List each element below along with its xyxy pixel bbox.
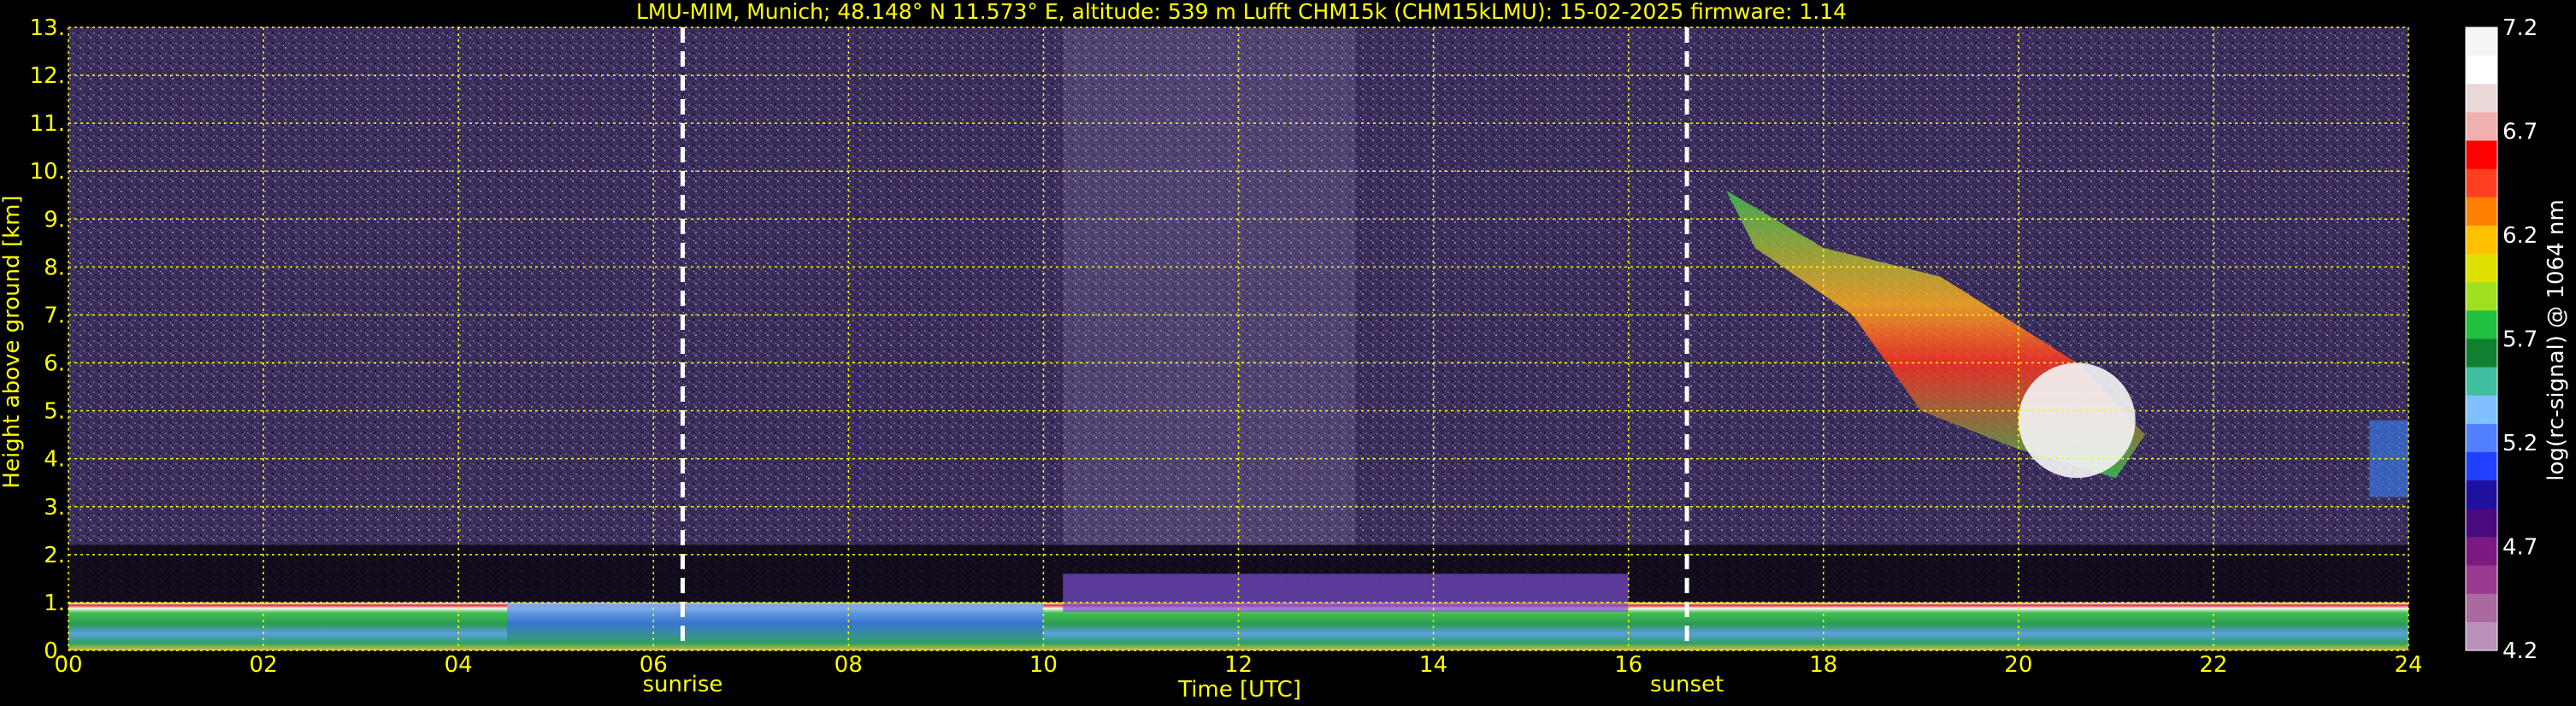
x-tick-label: 04 [445,652,473,678]
colorbar-tick-label: 4.2 [2502,638,2538,664]
x-tick-label: 24 [2394,652,2422,678]
colorbar-segment [2466,621,2497,651]
colorbar-segment [2466,197,2497,227]
x-tick-label: 10 [1029,652,1058,678]
colorbar-segment [2466,282,2497,311]
midday-noise-band [1063,27,1356,545]
x-axis-label: Time [UTC] [1177,677,1301,703]
y-tick-label: 12. [30,63,65,89]
x-tick-label: 22 [2199,652,2227,678]
colorbar-segment [2466,140,2497,170]
y-tick-label: 1. [44,591,65,616]
colorbar-segment [2466,56,2497,85]
y-tick-label: 2. [44,543,65,568]
colorbar-segment [2466,509,2497,538]
y-tick-label: 3. [44,495,65,521]
feature-cloud-core [2018,362,2136,479]
colorbar-segment [2466,367,2497,397]
x-tick-label: 06 [640,652,668,678]
colorbar-segment [2466,254,2497,283]
y-tick-label: 6. [44,351,65,377]
x-tick-label: 18 [1809,652,1837,678]
colorbar-tick-label: 7.2 [2502,15,2538,41]
colorbar-segment [2466,338,2497,368]
x-tick-label: 00 [54,652,82,678]
x-tick-label: 20 [2004,652,2032,678]
colorbar-segment [2466,423,2497,453]
colorbar-tick-label: 4.7 [2502,535,2538,561]
x-axis-ticks: 00 02 04 06 08 10 12 14 16 18 20 22 24 [54,652,2422,678]
colorbar-tick-label: 6.7 [2502,120,2538,145]
y-tick-label: 9. [44,207,65,232]
y-tick-label: 5. [44,399,65,425]
y-tick-label: 8. [44,255,65,280]
colorbar-segment [2466,168,2497,198]
colorbar-segment [2466,480,2497,509]
colorbar-label: log(rc-signal) @ 1064 nm [2544,199,2569,480]
feature-aerosol-layer [1063,574,1629,613]
y-tick-label: 10. [30,159,65,185]
colorbar-segment [2466,27,2497,56]
y-tick-label: 11. [30,111,65,137]
colorbar-tick-label: 5.7 [2502,327,2538,353]
x-tick-label: 12 [1224,652,1253,678]
colorbar-segment [2466,537,2497,567]
y-tick-label: 13. [30,15,65,41]
colorbar-segment [2466,593,2497,623]
colorbar: 4.2 4.7 5.2 5.7 6.2 6.7 7.2 [2465,15,2538,664]
y-axis-ticks: 0.1.2.3.4.5.6.7.8.9.10.11.12.13. [30,15,65,664]
feature-morning-layer [507,602,1044,644]
colorbar-segment [2466,310,2497,339]
colorbar-tick-label: 6.2 [2502,223,2538,249]
colorbar-tick-label: 5.2 [2502,431,2538,456]
x-tick-label: 08 [834,652,863,678]
colorbar-segment [2466,452,2497,481]
colorbar-segment [2466,395,2497,425]
colorbar-segment [2466,565,2497,595]
colorbar-segment [2466,225,2497,255]
colorbar-segment [2466,84,2497,113]
x-tick-label: 14 [1419,652,1447,678]
y-axis-label: Height above ground [km] [0,195,25,488]
x-tick-label: 16 [1614,652,1642,678]
y-tick-label: 7. [44,303,65,328]
x-tick-label: 02 [250,652,278,678]
colorbar-segment [2466,112,2497,142]
y-tick-label: 4. [44,447,65,473]
chart-title: LMU-MIM, Munich; 48.148° N 11.573° E, al… [636,0,1847,24]
event-label-sunset: sunset [1650,672,1724,697]
ceilometer-chart: LMU-MIM, Munich; 48.148° N 11.573° E, al… [0,0,2569,703]
